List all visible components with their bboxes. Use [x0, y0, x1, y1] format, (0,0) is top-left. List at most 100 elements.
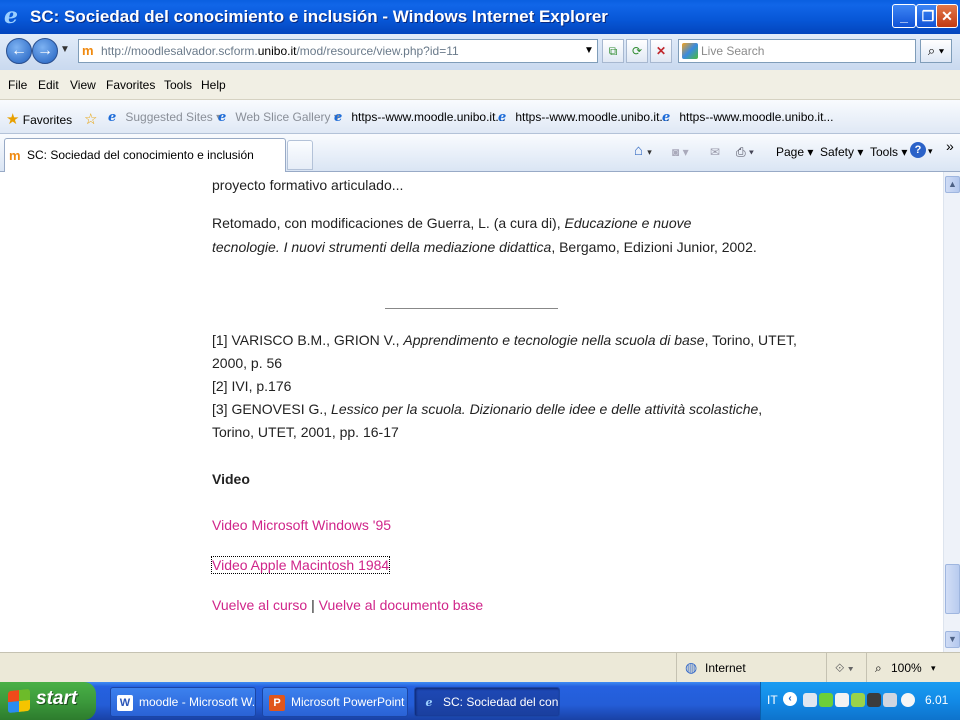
search-input[interactable]: Live Search	[678, 39, 916, 63]
suggested-sites-link[interactable]: e Suggested Sites ▾	[108, 110, 222, 125]
source-note-title: tecnologie. I nuovi strumenti della medi…	[212, 239, 552, 255]
scroll-up-icon[interactable]: ▲	[945, 176, 960, 193]
safety-menu[interactable]: Safety ▾	[820, 145, 863, 159]
taskbar-item-powerpoint[interactable]: P Microsoft PowerPoint ...	[262, 687, 408, 717]
address-field[interactable]: m http://moodlesalvador.scform.unibo.it/…	[78, 39, 598, 63]
feeds-icon[interactable]: ◙ ▾	[672, 145, 689, 159]
page-menu[interactable]: Page ▾	[776, 145, 813, 159]
tab-label: SC: Sociedad del conocimiento e inclusió…	[27, 148, 254, 162]
security-icon[interactable]	[819, 693, 833, 707]
stop-icon[interactable]: ✕	[650, 39, 672, 63]
print-icon[interactable]: ⎙ ▾	[736, 145, 754, 160]
device-icon[interactable]	[901, 693, 915, 707]
footnote-title: Apprendimento e tecnologie nella scuola …	[403, 332, 705, 348]
back-button[interactable]: ←	[6, 38, 32, 64]
compatibility-view-icon[interactable]: ⧉	[602, 39, 624, 63]
help-icon[interactable]: ?	[910, 142, 926, 158]
footnote-1: [1] VARISCO B.M., GRION V., Apprendiment…	[212, 329, 797, 352]
url-prefix: http://moodlesalvador.scform.	[101, 44, 258, 58]
source-note-text: , Bergamo, Edizioni Junior, 2002.	[551, 239, 757, 255]
network-icon[interactable]	[803, 693, 817, 707]
menu-help[interactable]: Help	[201, 78, 226, 92]
start-button[interactable]: start	[0, 682, 96, 720]
taskbar: start W moodle - Microsoft W... P Micros…	[0, 682, 960, 720]
system-tray: IT ‹ 6.01	[760, 682, 960, 720]
address-toolbar: ← → ▼ m http://moodlesalvador.scform.uni…	[0, 34, 960, 70]
ie-page-icon: e	[218, 110, 227, 125]
nav-links: Vuelve al curso | Vuelve al documento ba…	[212, 597, 483, 613]
task-label: moodle - Microsoft W...	[139, 695, 256, 709]
windows-logo-icon	[8, 688, 30, 714]
zone-cell: ◍ Internet	[676, 653, 826, 683]
volume-icon[interactable]	[883, 693, 897, 707]
update-icon[interactable]	[851, 693, 865, 707]
favorite-link-1[interactable]: e https--www.moodle.unibo.it...	[334, 110, 505, 125]
title-bar[interactable]: e SC: Sociedad del conocimiento e inclus…	[0, 0, 960, 34]
web-slice-gallery-link[interactable]: e Web Slice Gallery ▾	[218, 110, 340, 125]
zoom-level: 100%	[891, 661, 922, 675]
back-to-base-document-link[interactable]: Vuelve al documento base	[319, 597, 483, 613]
address-dropdown-icon[interactable]: ▼	[578, 40, 600, 64]
show-hidden-icons-icon[interactable]: ‹	[783, 692, 797, 706]
add-favorite-icon[interactable]: ☆	[84, 110, 97, 128]
favorites-button[interactable]: ★ Favorites	[6, 110, 72, 128]
ie-page-icon: e	[334, 110, 343, 125]
refresh-icon[interactable]: ⟳	[626, 39, 648, 63]
search-button[interactable]: ⌕ ▾	[920, 39, 952, 63]
footnote-text: , Torino, UTET,	[704, 332, 797, 348]
video-link-windows95[interactable]: Video Microsoft Windows '95	[212, 517, 391, 533]
menu-bar: File Edit View Favorites Tools Help	[0, 70, 960, 100]
ie-logo-icon: e	[4, 3, 18, 29]
back-to-course-link[interactable]: Vuelve al curso	[212, 597, 307, 613]
scroll-down-icon[interactable]: ▼	[945, 631, 960, 648]
new-tab-button[interactable]	[287, 140, 313, 170]
source-note-text: Retomado, con modificaciones de Guerra, …	[212, 215, 565, 231]
page-content: proyecto formativo articulado... Retomad…	[0, 172, 943, 652]
tab-command-bar: m SC: Sociedad del conocimiento e inclus…	[0, 134, 960, 172]
menu-tools[interactable]: Tools	[164, 78, 192, 92]
tab-active[interactable]: m SC: Sociedad del conocimiento e inclus…	[4, 138, 286, 172]
read-mail-icon[interactable]: ✉	[710, 145, 720, 159]
protected-mode-cell[interactable]: ⟐ ▾	[826, 653, 866, 683]
source-note-line1: Retomado, con modificaciones de Guerra, …	[212, 215, 691, 231]
antivirus-icon[interactable]	[835, 693, 849, 707]
task-label: SC: Sociedad del con...	[443, 695, 560, 709]
task-label: Microsoft PowerPoint ...	[291, 695, 408, 709]
taskbar-item-word[interactable]: W moodle - Microsoft W...	[110, 687, 256, 717]
more-commands-button[interactable]: »	[946, 138, 954, 154]
footnote-2: [2] IVI, p.176	[212, 378, 292, 394]
vertical-scrollbar[interactable]: ▲ ▼	[943, 172, 960, 652]
menu-favorites[interactable]: Favorites	[106, 78, 155, 92]
taskbar-item-ie[interactable]: e SC: Sociedad del con...	[414, 687, 560, 717]
favorite-link-label: https--www.moodle.unibo.it...	[679, 110, 834, 124]
close-button[interactable]: ✕	[936, 4, 958, 28]
video-link-macintosh1984[interactable]: Video Apple Macintosh 1984	[210, 556, 391, 574]
favorite-link-3[interactable]: e https--www.moodle.unibo.it...	[662, 110, 833, 125]
footnote-text: [3] GENOVESI G.,	[212, 401, 332, 417]
menu-file[interactable]: File	[8, 78, 27, 92]
zoom-cell[interactable]: ⌕ 100% ▾	[866, 653, 960, 683]
moodle-favicon-icon: m	[9, 148, 21, 163]
clock: 6.01	[925, 693, 949, 707]
menu-view[interactable]: View	[70, 78, 96, 92]
recent-pages-dropdown-icon[interactable]: ▼	[60, 44, 70, 55]
display-icon[interactable]	[867, 693, 881, 707]
forward-button[interactable]: →	[32, 38, 58, 64]
scroll-thumb[interactable]	[945, 564, 960, 614]
language-indicator[interactable]: IT	[767, 693, 778, 707]
home-icon[interactable]: ⌂ ▾	[634, 142, 652, 159]
minimize-button[interactable]: _	[892, 4, 916, 28]
favorite-link-label: https--www.moodle.unibo.it...	[515, 110, 670, 124]
favorite-link-2[interactable]: e https--www.moodle.unibo.it...	[498, 110, 669, 125]
help-dropdown-icon[interactable]: ▾	[928, 146, 933, 157]
footnote-separator	[385, 308, 558, 309]
zoom-icon: ⌕	[875, 661, 882, 675]
zoom-dropdown-icon[interactable]: ▾	[931, 663, 936, 674]
source-note-title: Educazione e nuove	[564, 215, 692, 231]
menu-edit[interactable]: Edit	[38, 78, 59, 92]
tools-menu[interactable]: Tools ▾	[870, 145, 907, 159]
video-heading: Video	[212, 471, 250, 487]
live-search-icon	[682, 43, 698, 59]
web-slice-gallery-label: Web Slice Gallery ▾	[235, 110, 340, 124]
start-label: start	[36, 688, 78, 709]
